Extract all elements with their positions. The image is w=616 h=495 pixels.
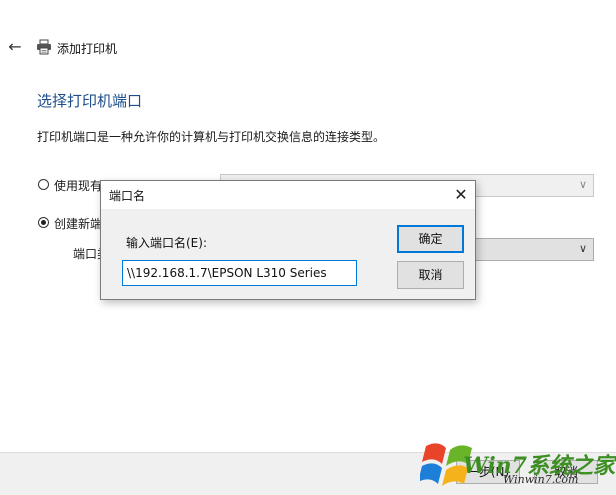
page-title: 选择打印机端口	[37, 92, 143, 110]
watermark-url: Winwin7.com	[503, 473, 579, 486]
port-name-label: 输入端口名(E):	[126, 236, 207, 250]
dialog-cancel-button[interactable]: 取消	[397, 261, 464, 289]
close-icon[interactable]: ✕	[451, 185, 471, 205]
use-existing-port-label: 使用现有	[54, 179, 103, 193]
back-arrow-icon[interactable]: ←	[6, 38, 24, 56]
page-description: 打印机端口是一种允许你的计算机与打印机交换信息的连接类型。	[37, 130, 386, 144]
chevron-down-icon: ∨	[578, 178, 587, 191]
dialog-title: 端口名	[109, 189, 146, 203]
port-name-dialog: 端口名 ✕ 输入端口名(E): 确定 取消	[100, 180, 476, 300]
use-existing-port-radio[interactable]	[38, 179, 49, 190]
window-title: 添加打印机	[57, 42, 118, 56]
create-new-port-radio[interactable]	[38, 217, 49, 228]
chevron-down-icon: ∨	[578, 242, 587, 255]
printer-icon	[36, 39, 52, 55]
dialog-titlebar	[101, 181, 475, 209]
create-new-port-label: 创建新端	[54, 217, 103, 231]
port-name-input[interactable]	[122, 260, 357, 286]
cropped-heading-fragment	[180, 0, 440, 4]
ok-button[interactable]: 确定	[397, 225, 464, 253]
